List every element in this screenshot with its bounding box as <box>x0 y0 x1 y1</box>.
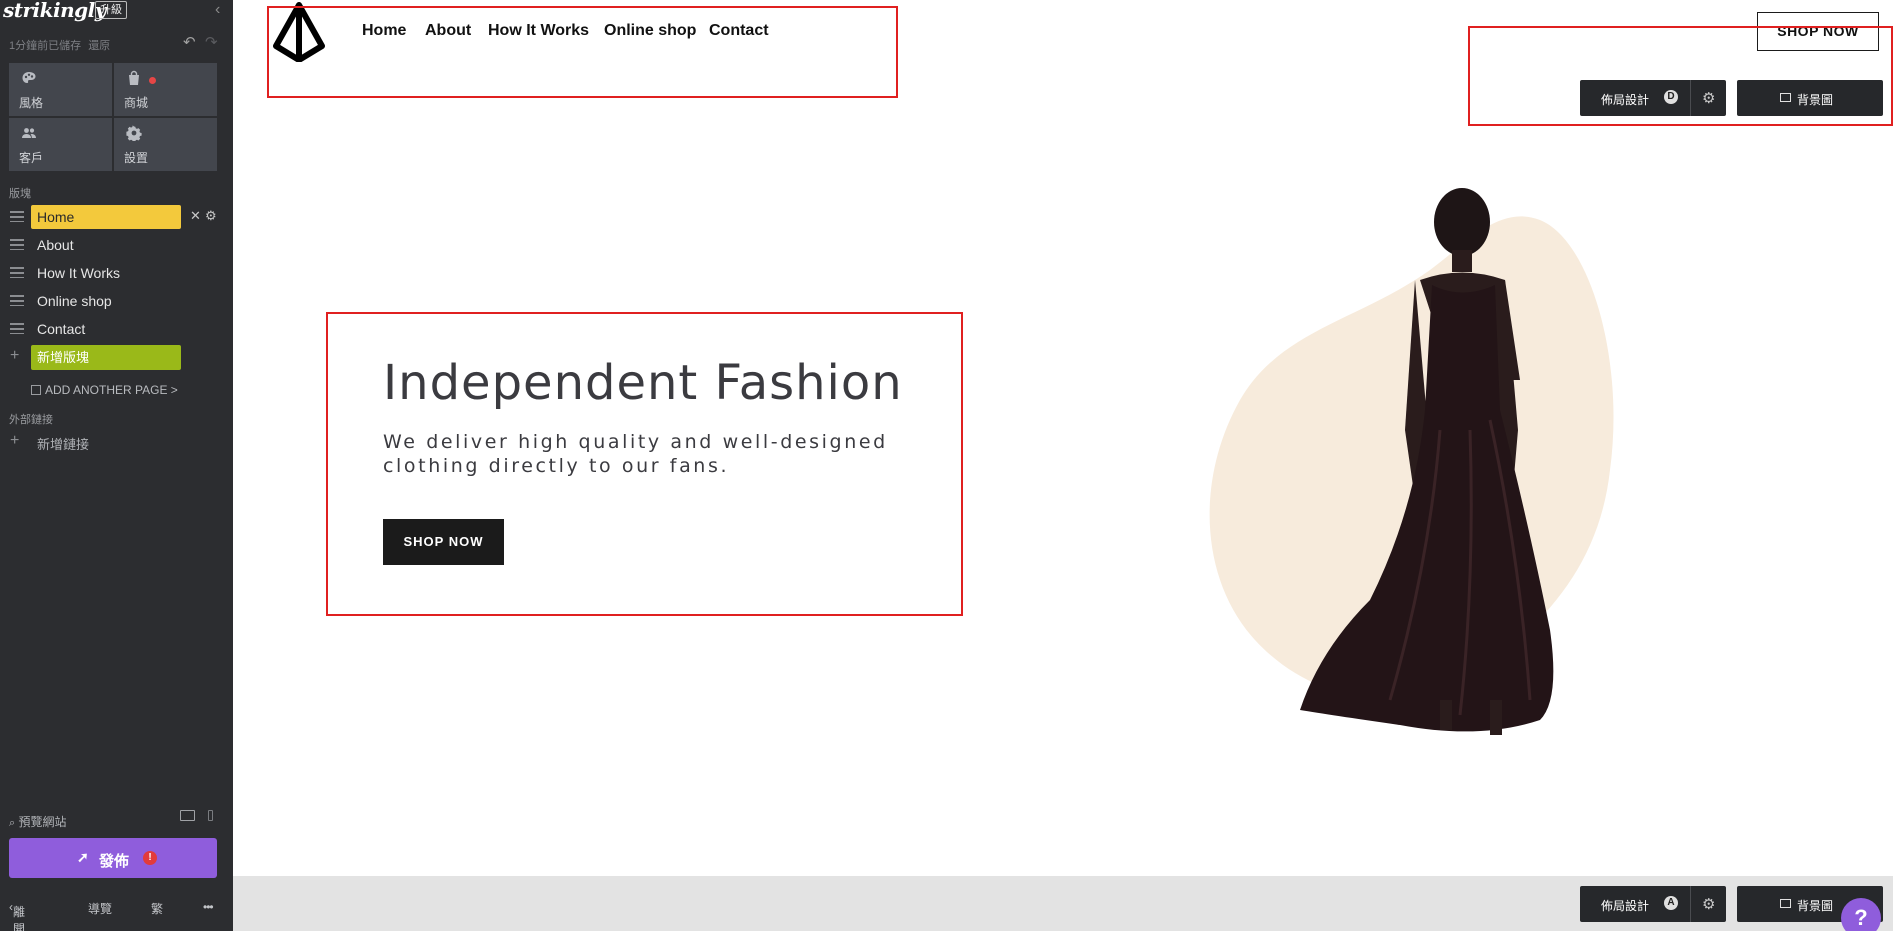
tile-customers[interactable]: 客戶 <box>9 118 112 171</box>
layout-button[interactable]: 佈局設計 <box>1601 897 1649 914</box>
background-label: 背景圖 <box>1797 899 1834 913</box>
pages-icon <box>31 385 41 395</box>
tile-store[interactable]: 商城 <box>114 63 217 116</box>
upgrade-button[interactable]: 升級 <box>95 1 127 19</box>
drag-handle-icon[interactable] <box>10 239 24 250</box>
hero-image[interactable] <box>1200 180 1630 750</box>
restore-link[interactable]: 還原 <box>88 40 110 52</box>
toolbar-divider <box>1690 886 1691 922</box>
desktop-view-icon[interactable] <box>180 810 195 821</box>
tile-style[interactable]: 風格 <box>9 63 112 116</box>
add-link-button[interactable]: 新增鏈接 <box>37 434 89 453</box>
tour-button[interactable]: 導覽 <box>88 900 112 917</box>
add-page-label: ADD ANOTHER PAGE > <box>45 383 178 397</box>
strikingly-logo: strikingly <box>3 0 106 22</box>
add-page-button[interactable]: ADD ANOTHER PAGE > <box>31 383 178 397</box>
drag-handle-icon[interactable] <box>10 267 24 278</box>
section-settings-icon[interactable]: ⚙ <box>205 208 217 224</box>
section-settings-gear-icon[interactable]: ⚙ <box>1702 895 1715 913</box>
layout-badge: A <box>1664 896 1678 910</box>
collapse-sidebar-icon[interactable]: ‹ <box>215 1 220 19</box>
mobile-view-icon[interactable] <box>208 810 213 821</box>
editor-sidebar: strikingly 升級 ‹ 1分鐘前已儲存 還原 ↶ ↷ 風格 商城 客戶 … <box>0 0 233 931</box>
redo-icon[interactable]: ↷ <box>205 33 218 51</box>
publish-button[interactable]: ➚ 發佈 ! <box>9 838 217 878</box>
section-item-about[interactable]: About <box>0 232 233 258</box>
section-item-label: Contact <box>37 321 86 337</box>
section-item-online-shop[interactable]: Online shop <box>0 288 233 314</box>
section-item-active[interactable]: Home <box>31 205 181 229</box>
tile-label: 商城 <box>124 96 149 110</box>
tile-label: 設置 <box>124 151 149 165</box>
shopping-bag-icon <box>129 70 139 85</box>
sections-heading: 版塊 <box>9 188 31 200</box>
rocket-icon: ➚ <box>77 849 89 865</box>
hero-shop-now-button[interactable]: SHOP NOW <box>383 519 504 565</box>
add-section-button[interactable]: 新增版塊 <box>31 345 181 370</box>
section-item-label: How It Works <box>37 265 120 281</box>
help-button[interactable]: ? <box>1841 898 1881 931</box>
tile-settings[interactable]: 設置 <box>114 118 217 171</box>
drag-handle-icon[interactable] <box>10 295 24 306</box>
more-icon[interactable]: ••• <box>203 900 214 914</box>
exit-label: 離開 <box>13 905 26 931</box>
notification-dot <box>149 77 156 84</box>
warning-badge: ! <box>143 851 157 865</box>
section-item-label: About <box>37 237 74 253</box>
section-item-home[interactable]: Home ✕ ⚙ <box>0 204 233 230</box>
next-section-toolbar: 佈局設計 A ⚙ <box>1580 886 1726 922</box>
hero-subtitle[interactable]: We deliver high quality and well-designe… <box>383 430 943 478</box>
search-icon: ⌕ <box>9 817 16 829</box>
external-links-heading: 外部鏈接 <box>9 414 53 426</box>
highlight-box-toolbar <box>1468 26 1893 126</box>
language-button[interactable]: 繁 <box>151 900 163 917</box>
drag-handle-icon[interactable] <box>10 323 24 334</box>
palette-icon <box>22 72 36 83</box>
exit-button[interactable]: ‹ 離開 <box>9 900 25 931</box>
preview-label: 預覽網站 <box>18 815 67 829</box>
section-item-contact[interactable]: Contact <box>0 316 233 342</box>
section-item-how-it-works[interactable]: How It Works <box>0 260 233 286</box>
autosave-text: 1分鐘前已儲存 <box>9 40 82 52</box>
delete-section-icon[interactable]: ✕ <box>190 208 201 224</box>
publish-label: 發佈 <box>99 853 130 870</box>
sidebar-footer: ‹ 離開 導覽 繁 ••• <box>0 897 233 931</box>
undo-icon[interactable]: ↶ <box>183 33 196 51</box>
plus-icon[interactable]: + <box>10 432 19 450</box>
highlight-box-nav <box>267 6 898 98</box>
gear-icon <box>126 125 142 141</box>
section-item-label: Online shop <box>37 293 112 309</box>
people-icon <box>22 128 36 138</box>
image-icon <box>1780 899 1791 908</box>
tile-label: 風格 <box>19 96 44 110</box>
section-item-label: Home <box>37 209 75 225</box>
plus-icon[interactable]: + <box>10 347 19 365</box>
drag-handle-icon[interactable] <box>10 211 24 222</box>
preview-site-link[interactable]: ⌕ 預覽網站 <box>9 813 67 830</box>
hero-title[interactable]: Independent Fashion <box>383 355 903 411</box>
tile-label: 客戶 <box>19 151 44 165</box>
autosave-status: 1分鐘前已儲存 還原 <box>9 37 110 53</box>
